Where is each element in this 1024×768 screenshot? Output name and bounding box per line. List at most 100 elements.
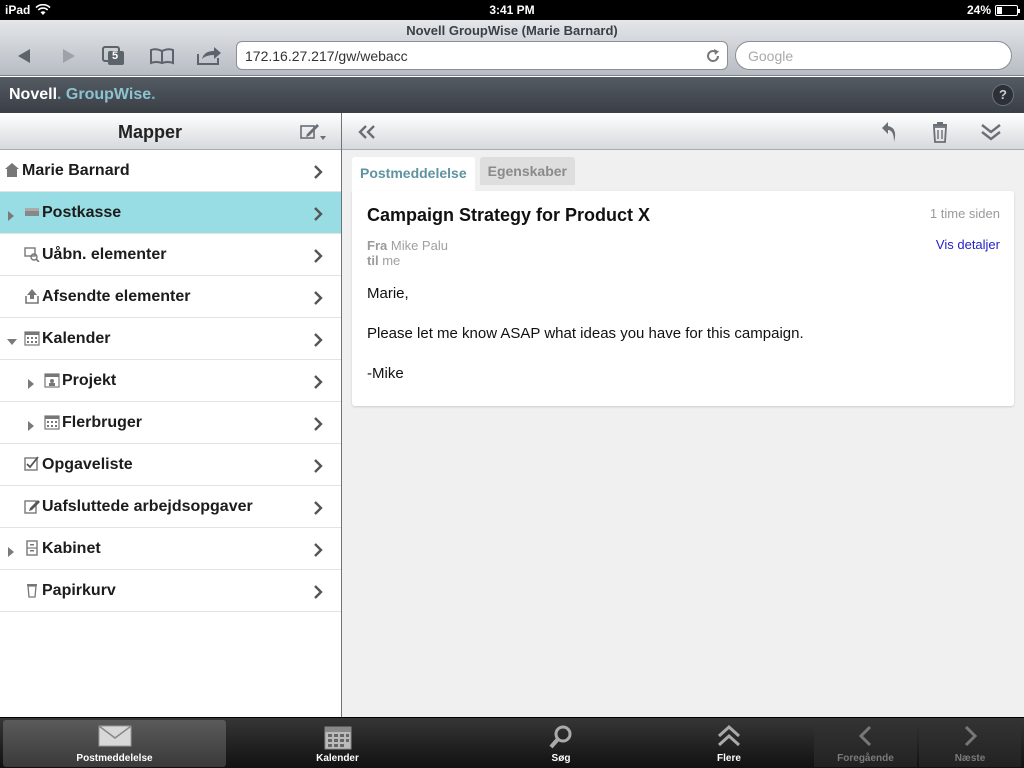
work-in-progress-icon: [24, 498, 40, 514]
envelope-icon: [98, 725, 131, 747]
edit-icon: [300, 124, 326, 140]
chevron-right-icon[interactable]: [313, 585, 323, 604]
chevron-right-icon[interactable]: [313, 417, 323, 436]
battery-percent: 24%: [966, 3, 991, 17]
folder-item[interactable]: Postkasse: [0, 192, 341, 234]
bottom-tab-bar: Postmeddelelse Kalender Søg Flere Foregå…: [0, 717, 1024, 768]
cabinet-icon: [24, 540, 40, 556]
tab-egenskaber[interactable]: Egenskaber: [479, 157, 575, 185]
chevron-right-icon[interactable]: [313, 501, 323, 520]
tabbar-calendar-label: Kalender: [316, 753, 359, 764]
tabbar-mail[interactable]: Postmeddelelse: [3, 720, 226, 767]
chevron-right-icon[interactable]: [313, 291, 323, 310]
folder-label: Kalender: [42, 330, 111, 347]
message-subject: Campaign Strategy for Product X: [367, 205, 651, 225]
folder-item[interactable]: Uåbn. elementer: [0, 234, 341, 276]
tabbar-search[interactable]: Søg: [449, 720, 673, 767]
folder-item[interactable]: Papirkurv: [0, 570, 341, 612]
message-tabs: Postmeddelelse Egenskaber: [352, 157, 575, 191]
browser-toolbar: Novell GroupWise (Marie Barnard) 5 172.1…: [0, 20, 1024, 76]
chevron-right-icon[interactable]: [313, 207, 323, 226]
folder-item[interactable]: Opgaveliste: [0, 444, 341, 486]
tabs-button[interactable]: 5: [100, 45, 128, 67]
folder-sidebar: Mapper Marie Barnard Postkasse Uåbn. eleme…: [0, 113, 341, 717]
folder-label: Projekt: [62, 372, 117, 389]
bookmarks-button[interactable]: [148, 45, 176, 67]
chevron-right-icon: [964, 725, 978, 747]
battery: 24%: [966, 3, 1020, 17]
folder-item[interactable]: Kabinet: [0, 528, 341, 570]
home-icon: [4, 162, 20, 178]
folder-label: Kabinet: [42, 540, 101, 557]
to-label: til: [367, 253, 379, 268]
double-chevron-left-icon: [358, 125, 375, 139]
tabbar-next[interactable]: Næste: [919, 720, 1021, 767]
project-icon: [44, 372, 60, 388]
folder-item[interactable]: Uafsluttede arbejdsopgaver: [0, 486, 341, 528]
tab-postmeddelelse[interactable]: Postmeddelelse: [352, 157, 475, 191]
from-label: Fra: [367, 238, 388, 253]
expand-right-icon[interactable]: [7, 544, 15, 557]
folder-label: Postkasse: [42, 204, 122, 221]
folder-item[interactable]: Marie Barnard: [0, 150, 341, 192]
wifi-icon: [35, 4, 51, 15]
folder-label: Uafsluttede arbejdsopgaver: [42, 498, 253, 515]
reply-button[interactable]: [877, 120, 903, 144]
chevron-right-icon[interactable]: [313, 165, 323, 184]
back-arrow-icon: [18, 49, 30, 63]
chevron-right-icon[interactable]: [313, 249, 323, 268]
help-button[interactable]: ?: [992, 84, 1014, 106]
more-icon: [717, 724, 741, 747]
folder-item[interactable]: Projekt: [0, 360, 341, 402]
tab-count: 5: [112, 50, 119, 62]
search-field[interactable]: Google: [735, 41, 1012, 70]
show-details-link[interactable]: Vis detaljer: [936, 237, 1000, 252]
folder-label: Papirkurv: [42, 582, 116, 599]
chevron-right-icon[interactable]: [313, 543, 323, 562]
sent-icon: [24, 288, 40, 304]
chevron-right-icon[interactable]: [313, 459, 323, 478]
brand-groupwise: GroupWise: [65, 86, 152, 103]
message-to: til me: [367, 253, 400, 268]
sidebar-header: Mapper: [0, 113, 341, 150]
body-paragraph: -Mike: [367, 365, 404, 382]
search-icon: [549, 725, 572, 749]
expand-right-icon[interactable]: [27, 418, 35, 431]
folder-item[interactable]: Flerbruger: [0, 402, 341, 444]
share-button[interactable]: [195, 45, 223, 67]
tabbar-more[interactable]: Flere: [673, 720, 785, 767]
edit-folders-button[interactable]: [299, 122, 327, 147]
reload-icon[interactable]: [705, 48, 721, 64]
status-bar: iPad 3:41 PM 24%: [0, 0, 1024, 20]
tabbar-calendar[interactable]: Kalender: [226, 720, 449, 767]
back-button[interactable]: [10, 45, 38, 67]
reply-icon: [882, 122, 896, 142]
folder-item[interactable]: Afsendte elementer: [0, 276, 341, 318]
double-chevron-down-icon: [981, 124, 1001, 141]
more-actions-button[interactable]: [978, 120, 1004, 144]
forward-button[interactable]: [55, 45, 83, 67]
chevron-right-icon[interactable]: [313, 333, 323, 352]
brand-novell: Novell: [9, 86, 58, 103]
chevron-right-icon[interactable]: [313, 375, 323, 394]
folder-label: Opgaveliste: [42, 456, 133, 473]
address-bar[interactable]: 172.16.27.217/gw/webacc: [236, 41, 728, 70]
book-icon: [150, 48, 174, 65]
collapse-sidebar-button[interactable]: [354, 120, 380, 144]
tabbar-mail-label: Postmeddelelse: [76, 753, 153, 764]
expand-right-icon[interactable]: [27, 376, 35, 389]
calendar-icon: [24, 330, 40, 346]
expand-down-icon[interactable]: [7, 334, 17, 345]
message-card: Campaign Strategy for Product X 1 time s…: [352, 191, 1014, 406]
folder-label: Uåbn. elementer: [42, 246, 167, 263]
tabbar-previous[interactable]: Foregående: [814, 720, 917, 767]
forward-arrow-icon: [63, 49, 75, 63]
body-paragraph: Please let me know ASAP what ideas you h…: [367, 325, 804, 342]
expand-right-icon[interactable]: [7, 208, 15, 221]
mailbox-icon: [24, 204, 40, 220]
tabbar-more-label: Flere: [717, 753, 741, 764]
folder-item[interactable]: Kalender: [0, 318, 341, 360]
trash-icon: [24, 582, 40, 598]
delete-button[interactable]: [927, 120, 953, 144]
tabbar-next-label: Næste: [954, 753, 986, 764]
